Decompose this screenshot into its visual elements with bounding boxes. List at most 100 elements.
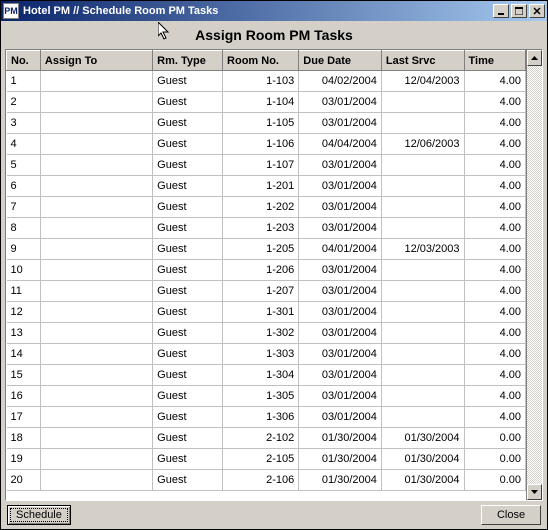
table-row[interactable]: 14Guest1-30303/01/20044.00 xyxy=(7,344,526,365)
table-row[interactable]: 12Guest1-30103/01/20044.00 xyxy=(7,302,526,323)
cell-time[interactable]: 4.00 xyxy=(464,302,525,323)
cell-room[interactable]: 1-105 xyxy=(223,113,299,134)
col-header-due[interactable]: Due Date xyxy=(299,51,382,71)
cell-last[interactable] xyxy=(381,386,464,407)
cell-time[interactable]: 0.00 xyxy=(464,449,525,470)
cell-due[interactable]: 03/01/2004 xyxy=(299,260,382,281)
cell-last[interactable]: 01/30/2004 xyxy=(381,449,464,470)
cell-no[interactable]: 18 xyxy=(7,428,41,449)
cell-no[interactable]: 1 xyxy=(7,71,41,92)
cell-last[interactable] xyxy=(381,92,464,113)
scroll-up-button[interactable] xyxy=(527,50,542,66)
cell-type[interactable]: Guest xyxy=(153,71,223,92)
cell-last[interactable] xyxy=(381,344,464,365)
cell-no[interactable]: 10 xyxy=(7,260,41,281)
cell-no[interactable]: 12 xyxy=(7,302,41,323)
cell-time[interactable]: 4.00 xyxy=(464,323,525,344)
cell-assign[interactable] xyxy=(40,197,152,218)
cell-no[interactable]: 19 xyxy=(7,449,41,470)
cell-type[interactable]: Guest xyxy=(153,92,223,113)
cell-type[interactable]: Guest xyxy=(153,155,223,176)
cell-time[interactable]: 4.00 xyxy=(464,92,525,113)
cell-room[interactable]: 1-302 xyxy=(223,323,299,344)
cell-last[interactable] xyxy=(381,365,464,386)
cell-no[interactable]: 15 xyxy=(7,365,41,386)
minimize-button[interactable] xyxy=(493,4,509,18)
cell-room[interactable]: 1-206 xyxy=(223,260,299,281)
cell-last[interactable] xyxy=(381,302,464,323)
cell-due[interactable]: 04/04/2004 xyxy=(299,134,382,155)
cell-last[interactable] xyxy=(381,176,464,197)
scroll-down-button[interactable] xyxy=(527,484,542,500)
cell-no[interactable]: 5 xyxy=(7,155,41,176)
cell-last[interactable]: 01/30/2004 xyxy=(381,470,464,491)
cell-room[interactable]: 1-107 xyxy=(223,155,299,176)
cell-room[interactable]: 1-305 xyxy=(223,386,299,407)
cell-assign[interactable] xyxy=(40,470,152,491)
table-row[interactable]: 7Guest1-20203/01/20044.00 xyxy=(7,197,526,218)
cell-last[interactable] xyxy=(381,323,464,344)
cell-due[interactable]: 03/01/2004 xyxy=(299,176,382,197)
cell-assign[interactable] xyxy=(40,260,152,281)
cell-type[interactable]: Guest xyxy=(153,470,223,491)
cell-no[interactable]: 16 xyxy=(7,386,41,407)
table-row[interactable]: 16Guest1-30503/01/20044.00 xyxy=(7,386,526,407)
cell-due[interactable]: 03/01/2004 xyxy=(299,407,382,428)
cell-last[interactable] xyxy=(381,260,464,281)
cell-type[interactable]: Guest xyxy=(153,281,223,302)
cell-due[interactable]: 03/01/2004 xyxy=(299,155,382,176)
col-header-time[interactable]: Time xyxy=(464,51,525,71)
cell-time[interactable]: 4.00 xyxy=(464,260,525,281)
cell-due[interactable]: 03/01/2004 xyxy=(299,92,382,113)
cell-due[interactable]: 03/01/2004 xyxy=(299,197,382,218)
cell-no[interactable]: 13 xyxy=(7,323,41,344)
cell-assign[interactable] xyxy=(40,365,152,386)
cell-time[interactable]: 4.00 xyxy=(464,344,525,365)
cell-assign[interactable] xyxy=(40,155,152,176)
table-row[interactable]: 20Guest2-10601/30/200401/30/20040.00 xyxy=(7,470,526,491)
table-row[interactable]: 2Guest1-10403/01/20044.00 xyxy=(7,92,526,113)
cell-room[interactable]: 1-103 xyxy=(223,71,299,92)
cell-assign[interactable] xyxy=(40,92,152,113)
col-header-room[interactable]: Room No. xyxy=(223,51,299,71)
cell-due[interactable]: 04/02/2004 xyxy=(299,71,382,92)
cell-no[interactable]: 8 xyxy=(7,218,41,239)
table-row[interactable]: 17Guest1-30603/01/20044.00 xyxy=(7,407,526,428)
table-row[interactable]: 3Guest1-10503/01/20044.00 xyxy=(7,113,526,134)
cell-room[interactable]: 1-205 xyxy=(223,239,299,260)
cell-type[interactable]: Guest xyxy=(153,197,223,218)
cell-room[interactable]: 2-106 xyxy=(223,470,299,491)
cell-time[interactable]: 4.00 xyxy=(464,218,525,239)
cell-type[interactable]: Guest xyxy=(153,113,223,134)
cell-due[interactable]: 03/01/2004 xyxy=(299,344,382,365)
cell-room[interactable]: 1-207 xyxy=(223,281,299,302)
cell-time[interactable]: 4.00 xyxy=(464,365,525,386)
cell-assign[interactable] xyxy=(40,344,152,365)
cell-type[interactable]: Guest xyxy=(153,428,223,449)
cell-time[interactable]: 0.00 xyxy=(464,428,525,449)
cell-no[interactable]: 14 xyxy=(7,344,41,365)
table-row[interactable]: 19Guest2-10501/30/200401/30/20040.00 xyxy=(7,449,526,470)
cell-due[interactable]: 03/01/2004 xyxy=(299,386,382,407)
cell-type[interactable]: Guest xyxy=(153,365,223,386)
col-header-type[interactable]: Rm. Type xyxy=(153,51,223,71)
cell-assign[interactable] xyxy=(40,302,152,323)
close-dialog-button[interactable]: Close xyxy=(481,505,541,525)
cell-due[interactable]: 01/30/2004 xyxy=(299,449,382,470)
cell-assign[interactable] xyxy=(40,71,152,92)
cell-no[interactable]: 6 xyxy=(7,176,41,197)
cell-room[interactable]: 1-201 xyxy=(223,176,299,197)
cell-room[interactable]: 2-102 xyxy=(223,428,299,449)
cell-type[interactable]: Guest xyxy=(153,323,223,344)
cell-last[interactable]: 12/03/2003 xyxy=(381,239,464,260)
cell-room[interactable]: 1-202 xyxy=(223,197,299,218)
cell-assign[interactable] xyxy=(40,218,152,239)
titlebar[interactable]: PM Hotel PM // Schedule Room PM Tasks xyxy=(1,1,547,21)
table-row[interactable]: 5Guest1-10703/01/20044.00 xyxy=(7,155,526,176)
cell-last[interactable] xyxy=(381,113,464,134)
cell-room[interactable]: 1-203 xyxy=(223,218,299,239)
cell-room[interactable]: 1-106 xyxy=(223,134,299,155)
cell-due[interactable]: 04/01/2004 xyxy=(299,239,382,260)
cell-due[interactable]: 03/01/2004 xyxy=(299,365,382,386)
table-row[interactable]: 10Guest1-20603/01/20044.00 xyxy=(7,260,526,281)
